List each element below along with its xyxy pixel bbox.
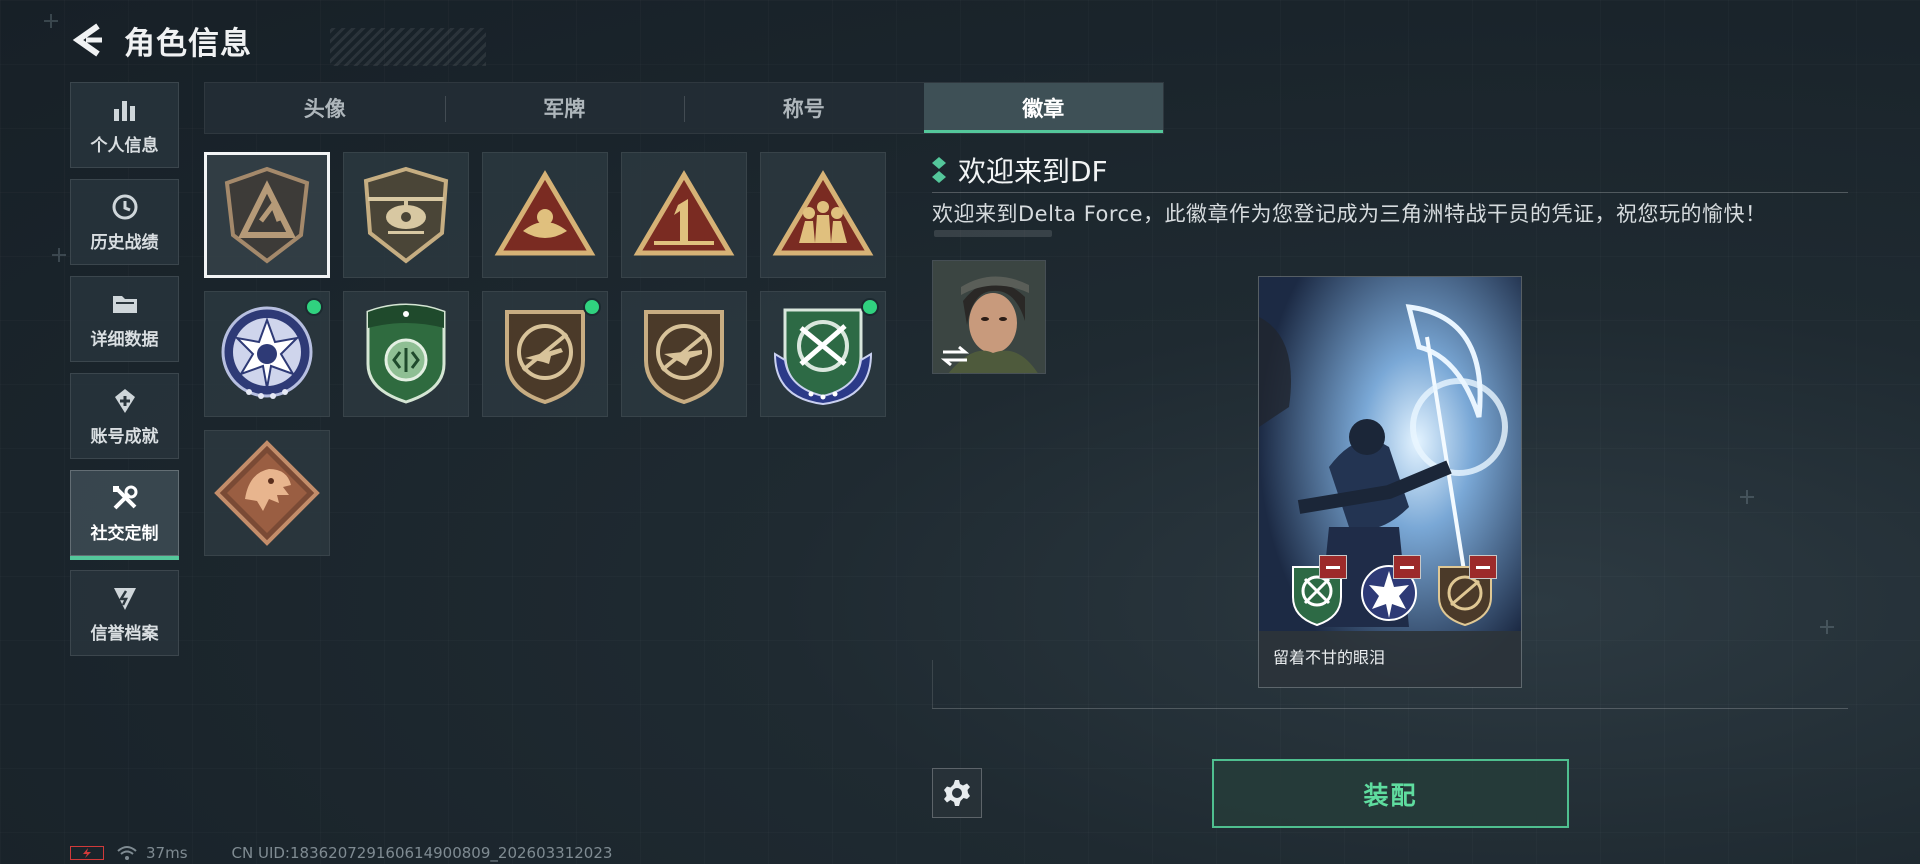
rifle-shield-badge-icon <box>644 310 724 404</box>
nav-item-detail-data[interactable]: 详细数据 <box>70 276 179 362</box>
nav-label: 个人信息 <box>90 135 159 156</box>
new-indicator-dot <box>861 298 879 316</box>
back-arrow-icon <box>72 23 102 57</box>
crosshair-decoration <box>52 248 66 262</box>
redacted-text-bar <box>934 230 1052 237</box>
badge-slot-number-one[interactable] <box>621 152 747 278</box>
rifle-shield-badge-icon <box>505 310 585 404</box>
title-stripes-decoration <box>330 28 486 66</box>
new-indicator-dot <box>305 298 323 316</box>
wifi-icon <box>117 846 137 860</box>
new-indicator-dot <box>583 298 601 316</box>
gear-icon <box>944 780 970 806</box>
badge-slot-squad-triangle[interactable] <box>760 152 886 278</box>
delta-triangle-badge-icon <box>224 166 310 264</box>
green-shield-badge-icon <box>366 303 446 404</box>
status-bar: 37ms CN UID:18362072916061490080​9_20260… <box>70 843 612 863</box>
crosshair-decoration <box>44 14 58 28</box>
preview-caption: 留着不甘的眼泪 <box>1273 648 1386 667</box>
crosshair-decoration <box>1820 620 1834 634</box>
badge-slot-rifle-shield[interactable] <box>482 291 608 417</box>
badge-detail-header: 欢迎来到DF <box>932 150 1108 190</box>
badge-slot-green-shield[interactable] <box>343 291 469 417</box>
tab-avatar[interactable]: 头像 <box>205 83 445 133</box>
badge-slot-dragon-diamond[interactable] <box>204 430 330 556</box>
nav-item-profile[interactable]: 个人信息 <box>70 82 179 168</box>
nav-label: 详细数据 <box>90 329 159 350</box>
diamond-marker-icon <box>932 157 946 183</box>
remove-badge-button[interactable] <box>1319 555 1347 579</box>
history-clock-icon <box>108 192 142 222</box>
badge-slot-hand-triangle[interactable] <box>482 152 608 278</box>
nav-item-social-custom[interactable]: 社交定制 <box>70 470 179 560</box>
category-tabs: 头像 军牌 称号 徽章 <box>204 82 1164 134</box>
bar-chart-icon <box>108 95 142 125</box>
battery-low-icon <box>70 846 104 860</box>
badge-slot-delta-triangle[interactable] <box>204 152 330 278</box>
equip-button-label: 装配 <box>1363 780 1418 810</box>
badge-slot-star-skull[interactable] <box>204 291 330 417</box>
nav-item-achievements[interactable]: 账号成就 <box>70 373 179 459</box>
nav-label: 信誉档案 <box>90 623 159 644</box>
badge-slot-crossed-knives[interactable] <box>760 291 886 417</box>
helicopter-badge-icon <box>363 166 449 264</box>
crosshair-decoration <box>1740 490 1754 504</box>
frame-decoration <box>932 660 933 708</box>
user-uid: CN UID:18362072916061490080​9_2026033120… <box>231 844 613 862</box>
achievement-icon <box>108 386 142 416</box>
dragon-diamond-badge-icon <box>214 440 320 546</box>
nav-label: 历史战绩 <box>90 232 159 253</box>
squad-triangle-badge-icon <box>772 170 874 256</box>
shield-bolt-icon <box>108 583 142 613</box>
nav-item-reputation[interactable]: 信誉档案 <box>70 570 179 656</box>
page-title: 角色信息 <box>124 25 252 62</box>
page-header: 角色信息 <box>70 18 486 66</box>
equip-button[interactable]: 装配 <box>1212 759 1569 828</box>
tab-dog-tag[interactable]: 军牌 <box>444 83 685 133</box>
number-one-badge-icon <box>633 170 735 256</box>
nav-label: 社交定制 <box>90 523 159 544</box>
settings-button[interactable] <box>932 768 982 818</box>
badge-detail-title: 欢迎来到DF <box>958 155 1108 188</box>
network-ping: 37ms <box>146 844 188 862</box>
tab-badge[interactable]: 徽章 <box>923 83 1163 133</box>
crossed-knives-badge-icon <box>773 308 873 406</box>
nav-item-history[interactable]: 历史战绩 <box>70 179 179 265</box>
badge-detail-description: 欢迎来到Delta Force，此徽章作为您登记成为三角洲特战干员的凭证，祝您玩… <box>932 202 1767 226</box>
badge-equip-preview-card: 留着不甘的眼泪 <box>1258 276 1522 688</box>
back-button[interactable] <box>70 20 106 60</box>
operator-avatar-switch[interactable] <box>932 260 1046 374</box>
remove-badge-button[interactable] <box>1469 555 1497 579</box>
remove-badge-button[interactable] <box>1393 555 1421 579</box>
badge-slot-rifle-shield-2[interactable] <box>621 291 747 417</box>
divider <box>932 708 1848 709</box>
star-skull-badge-icon <box>221 306 313 399</box>
tab-title[interactable]: 称号 <box>684 83 924 133</box>
nav-label: 账号成就 <box>90 426 159 447</box>
hand-triangle-badge-icon <box>494 170 596 256</box>
swap-icon <box>941 345 969 367</box>
divider <box>932 192 1848 193</box>
tools-icon <box>108 483 142 513</box>
folder-icon <box>108 289 142 319</box>
badge-slot-helicopter[interactable] <box>343 152 469 278</box>
